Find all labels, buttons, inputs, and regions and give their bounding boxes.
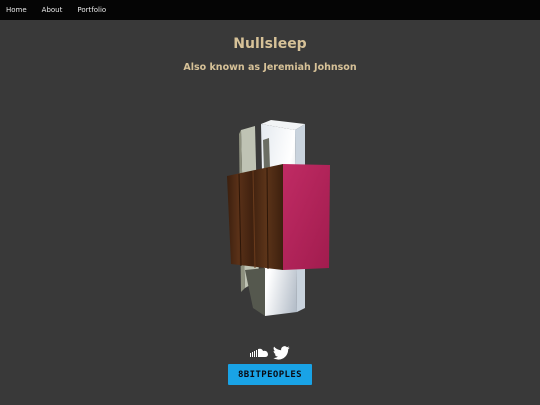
soundcloud-icon[interactable] [250, 348, 269, 358]
nav-about-link[interactable]: About [42, 0, 63, 20]
3d-sculpture[interactable] [225, 120, 333, 320]
page-subtitle: Also known as Jeremiah Johnson [183, 62, 357, 73]
top-navigation: Home About Portfolio [0, 0, 540, 20]
social-links [250, 345, 290, 361]
nav-home-link[interactable]: Home [6, 0, 27, 20]
8bitpeoples-badge[interactable]: 8BITPEOPLES [228, 364, 312, 385]
page-title: Nullsleep [233, 36, 307, 52]
twitter-icon[interactable] [273, 346, 290, 360]
magenta-block [283, 164, 330, 270]
nav-portfolio-link[interactable]: Portfolio [77, 0, 106, 20]
slab-foot [245, 268, 265, 316]
